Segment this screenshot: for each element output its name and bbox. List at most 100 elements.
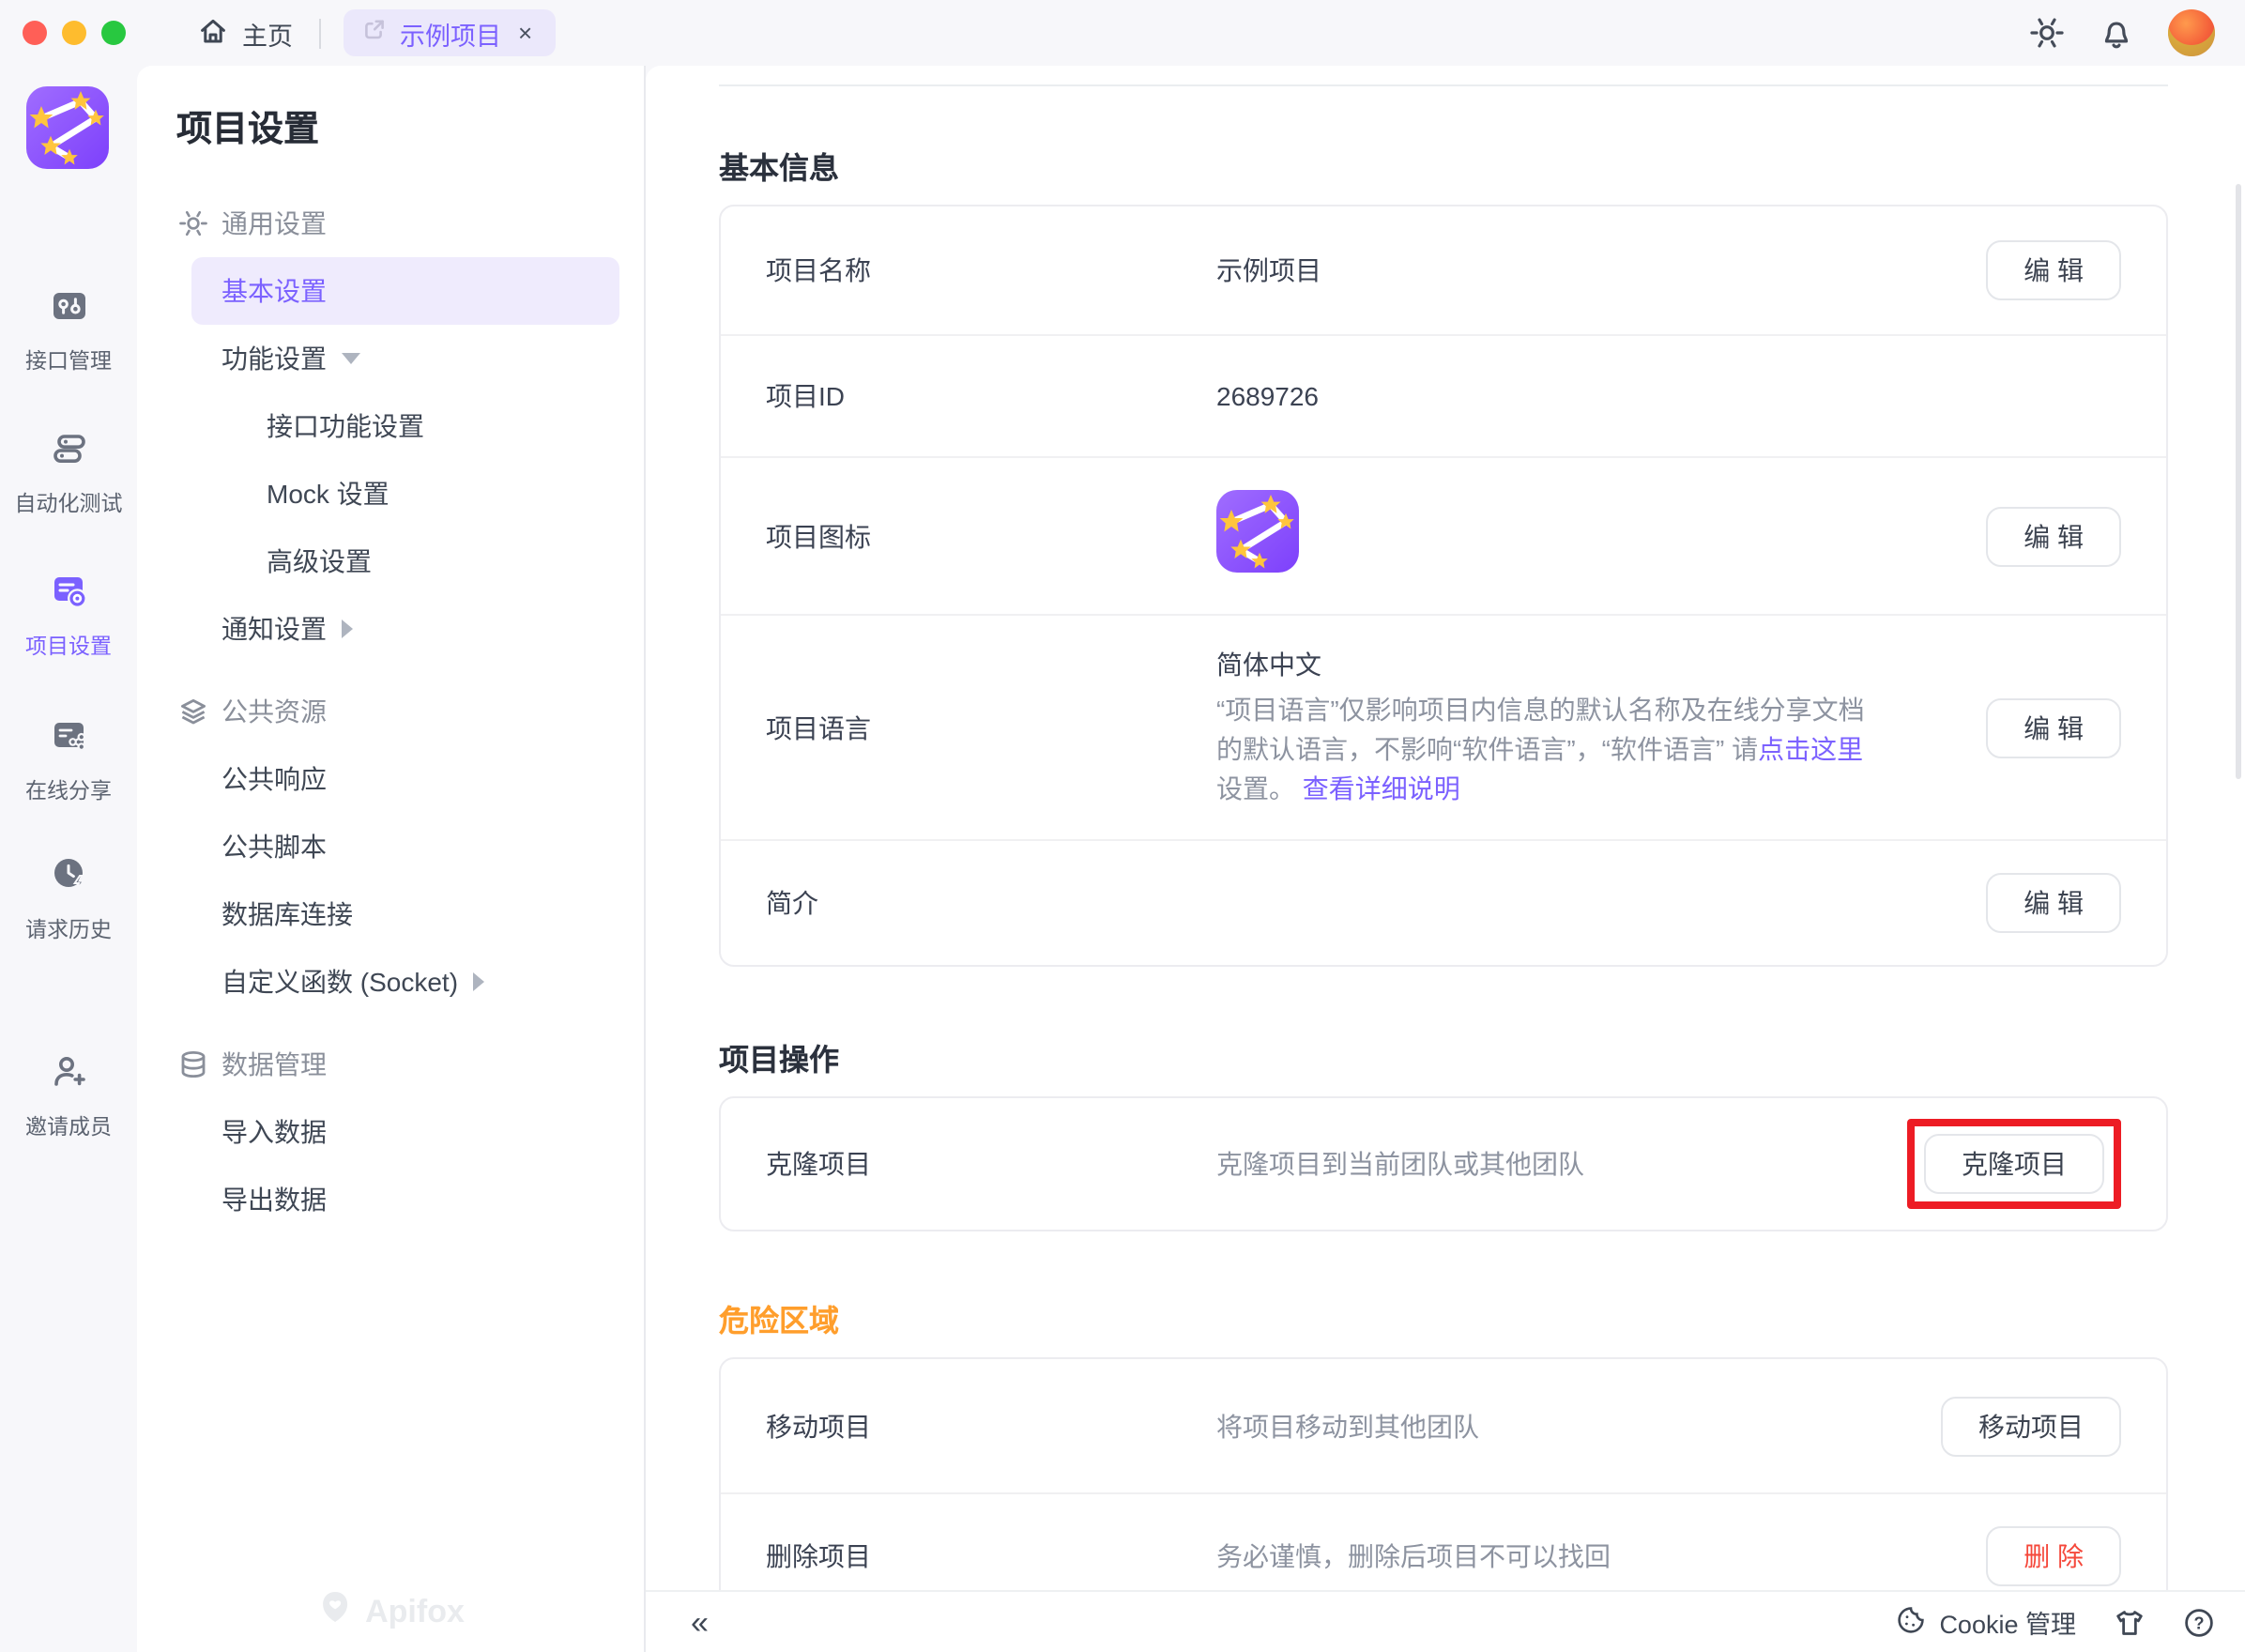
svg-text:?: ? — [2193, 1613, 2204, 1631]
rail-item-online-sharing[interactable]: 在线分享 — [0, 715, 137, 805]
edit-project-intro-button[interactable]: 编 辑 — [1986, 873, 2121, 933]
minimize-window-button[interactable] — [62, 21, 86, 45]
content-top-divider — [719, 84, 2168, 86]
clone-project-desc: 克隆项目到当前团队或其他团队 — [1216, 1145, 1584, 1183]
menu-item-shared-scripts[interactable]: 公共脚本 — [137, 813, 644, 880]
basic-info-card: 项目名称 示例项目 编 辑 项目ID 2689726 项目图标 编 辑 项目语言 — [719, 205, 2168, 967]
red-highlight-annotation: 克隆项目 — [1907, 1119, 2121, 1209]
settings-gear-icon[interactable] — [2029, 15, 2065, 51]
menu-item-custom-functions[interactable]: 自定义函数 (Socket) — [137, 948, 644, 1016]
request-history-icon — [48, 854, 89, 905]
view-details-link[interactable]: 查看详细说明 — [1303, 773, 1460, 803]
titlebar: 主页 示例项目 × — [0, 0, 2245, 66]
menu-item-feature-settings[interactable]: 功能设置 — [137, 325, 644, 392]
section-heading-danger-zone: 危险区域 — [719, 1295, 2168, 1340]
project-id-value: 2689726 — [1216, 381, 1319, 411]
danger-zone-card: 移动项目 将项目移动到其他团队 移动项目 删除项目 务必谨慎，删除后项目不可以找… — [719, 1357, 2168, 1590]
chevron-right-icon — [342, 620, 353, 638]
menu-item-database-connections[interactable]: 数据库连接 — [137, 880, 644, 948]
row-project-intro: 简介 编 辑 — [721, 839, 2166, 965]
chevron-right-icon — [473, 972, 484, 991]
project-icon-label: 项目图标 — [766, 517, 1216, 555]
rail-item-request-history[interactable]: 请求历史 — [0, 854, 137, 944]
tshirt-theme-icon[interactable] — [2114, 1606, 2146, 1638]
project-icon-image — [1216, 490, 1299, 582]
click-here-link[interactable]: 点击这里 — [1758, 734, 1863, 764]
app-window: 主页 示例项目 × — [0, 0, 2245, 1652]
project-language-label: 项目语言 — [766, 709, 1216, 746]
menu-item-import-data[interactable]: 导入数据 — [137, 1098, 644, 1166]
project-language-desc-line2: 的默认语言，不影响“软件语言”，“软件语言” 请点击这里 — [1216, 730, 1865, 770]
rail-item-invite-members[interactable]: 邀请成员 — [0, 1051, 137, 1141]
edit-project-language-button[interactable]: 编 辑 — [1986, 697, 2121, 757]
menu-section-shared-resources: 公共资源 — [137, 678, 644, 745]
cookie-manager-label: Cookie 管理 — [1939, 1603, 2076, 1641]
apifox-watermark: Apifox — [316, 1588, 465, 1635]
home-nav[interactable]: 主页 — [197, 14, 293, 52]
tab-label: 示例项目 — [400, 14, 501, 52]
settings-menu: 通用设置 基本设置 功能设置 接口功能设置 Mock 设置 高级设置 通知设置 — [137, 190, 644, 1233]
cookie-icon — [1896, 1604, 1926, 1640]
close-window-button[interactable] — [23, 21, 47, 45]
menu-item-basic-settings[interactable]: 基本设置 — [191, 257, 619, 325]
clone-project-button[interactable]: 克隆项目 — [1924, 1134, 2104, 1194]
row-project-name: 项目名称 示例项目 编 辑 — [721, 206, 2166, 334]
delete-project-label: 删除项目 — [766, 1537, 1216, 1575]
main-content: 基本信息 项目名称 示例项目 编 辑 项目ID 2689726 项目图标 编 辑 — [646, 66, 2245, 1652]
project-language-desc-line1: “项目语言”仅影响项目内信息的默认名称及在线分享文档 — [1216, 691, 1865, 730]
apifox-app-logo[interactable] — [26, 86, 109, 178]
move-project-button[interactable]: 移动项目 — [1941, 1396, 2121, 1456]
project-id-label: 项目ID — [766, 377, 1216, 415]
row-delete-project: 删除项目 务必谨慎，删除后项目不可以找回 删 除 — [721, 1492, 2166, 1590]
rail-item-project-settings[interactable]: 项目设置 — [0, 571, 137, 661]
chevron-down-icon — [342, 353, 360, 364]
invite-members-icon — [48, 1051, 89, 1102]
rail-label: 邀请成员 — [25, 1111, 112, 1141]
menu-item-shared-responses[interactable]: 公共响应 — [137, 745, 644, 813]
zoom-window-button[interactable] — [101, 21, 126, 45]
menu-item-notification-settings[interactable]: 通知设置 — [137, 595, 644, 663]
cookie-manager[interactable]: Cookie 管理 — [1896, 1603, 2076, 1641]
help-icon[interactable]: ? — [2183, 1606, 2215, 1638]
settings-sidebar-title: 项目设置 — [176, 101, 644, 152]
project-tab-icon — [362, 16, 387, 50]
collapse-sidebar-icon[interactable]: « — [691, 1606, 709, 1638]
menu-section-data-management: 数据管理 — [137, 1031, 644, 1098]
row-project-icon: 项目图标 编 辑 — [721, 456, 2166, 614]
row-project-id: 项目ID 2689726 — [721, 334, 2166, 456]
notifications-bell-icon[interactable] — [2099, 15, 2134, 51]
menu-item-mock-settings[interactable]: Mock 设置 — [137, 460, 644, 528]
gear-icon — [178, 208, 208, 238]
clone-project-label: 克隆项目 — [766, 1145, 1216, 1183]
row-clone-project: 克隆项目 克隆项目到当前团队或其他团队 克隆项目 — [721, 1098, 2166, 1230]
menu-item-export-data[interactable]: 导出数据 — [137, 1166, 644, 1233]
delete-project-desc: 务必谨慎，删除后项目不可以找回 — [1216, 1537, 1611, 1575]
tab-sample-project[interactable]: 示例项目 × — [344, 9, 555, 56]
move-project-label: 移动项目 — [766, 1407, 1216, 1445]
project-name-value: 示例项目 — [1216, 252, 1321, 289]
menu-item-advanced-settings[interactable]: 高级设置 — [137, 528, 644, 595]
home-icon — [197, 14, 229, 52]
layers-icon — [178, 696, 208, 727]
menu-item-api-feature-settings[interactable]: 接口功能设置 — [137, 392, 644, 460]
project-name-label: 项目名称 — [766, 252, 1216, 289]
edit-project-icon-button[interactable]: 编 辑 — [1986, 506, 2121, 566]
automated-testing-icon — [48, 428, 89, 479]
delete-project-button[interactable]: 删 除 — [1986, 1526, 2121, 1586]
tab-close-icon[interactable]: × — [514, 19, 536, 47]
statusbar: « Cookie 管理 — [646, 1590, 2245, 1652]
settings-sidebar: 项目设置 通用设置 基本设置 功能设置 接口功能设置 — [137, 66, 646, 1652]
section-heading-project-operations: 项目操作 — [719, 1034, 2168, 1079]
rail-label: 在线分享 — [25, 775, 112, 805]
rail-item-automated-testing[interactable]: 自动化测试 — [0, 428, 137, 518]
project-language-value-block: 简体中文 “项目语言”仅影响项目内信息的默认名称及在线分享文档 的默认语言，不影… — [1216, 646, 1865, 809]
menu-section-general-settings: 通用设置 — [137, 190, 644, 257]
vertical-scrollbar[interactable] — [2236, 184, 2241, 779]
user-avatar[interactable] — [2168, 9, 2215, 56]
api-management-icon — [48, 285, 89, 336]
row-move-project: 移动项目 将项目移动到其他团队 移动项目 — [721, 1359, 2166, 1492]
section-heading-basic-info: 基本信息 — [719, 143, 2168, 188]
edit-project-name-button[interactable]: 编 辑 — [1986, 240, 2121, 300]
project-language-desc-line3: 设置。 查看详细说明 — [1216, 770, 1865, 809]
rail-item-api-management[interactable]: 接口管理 — [0, 285, 137, 375]
